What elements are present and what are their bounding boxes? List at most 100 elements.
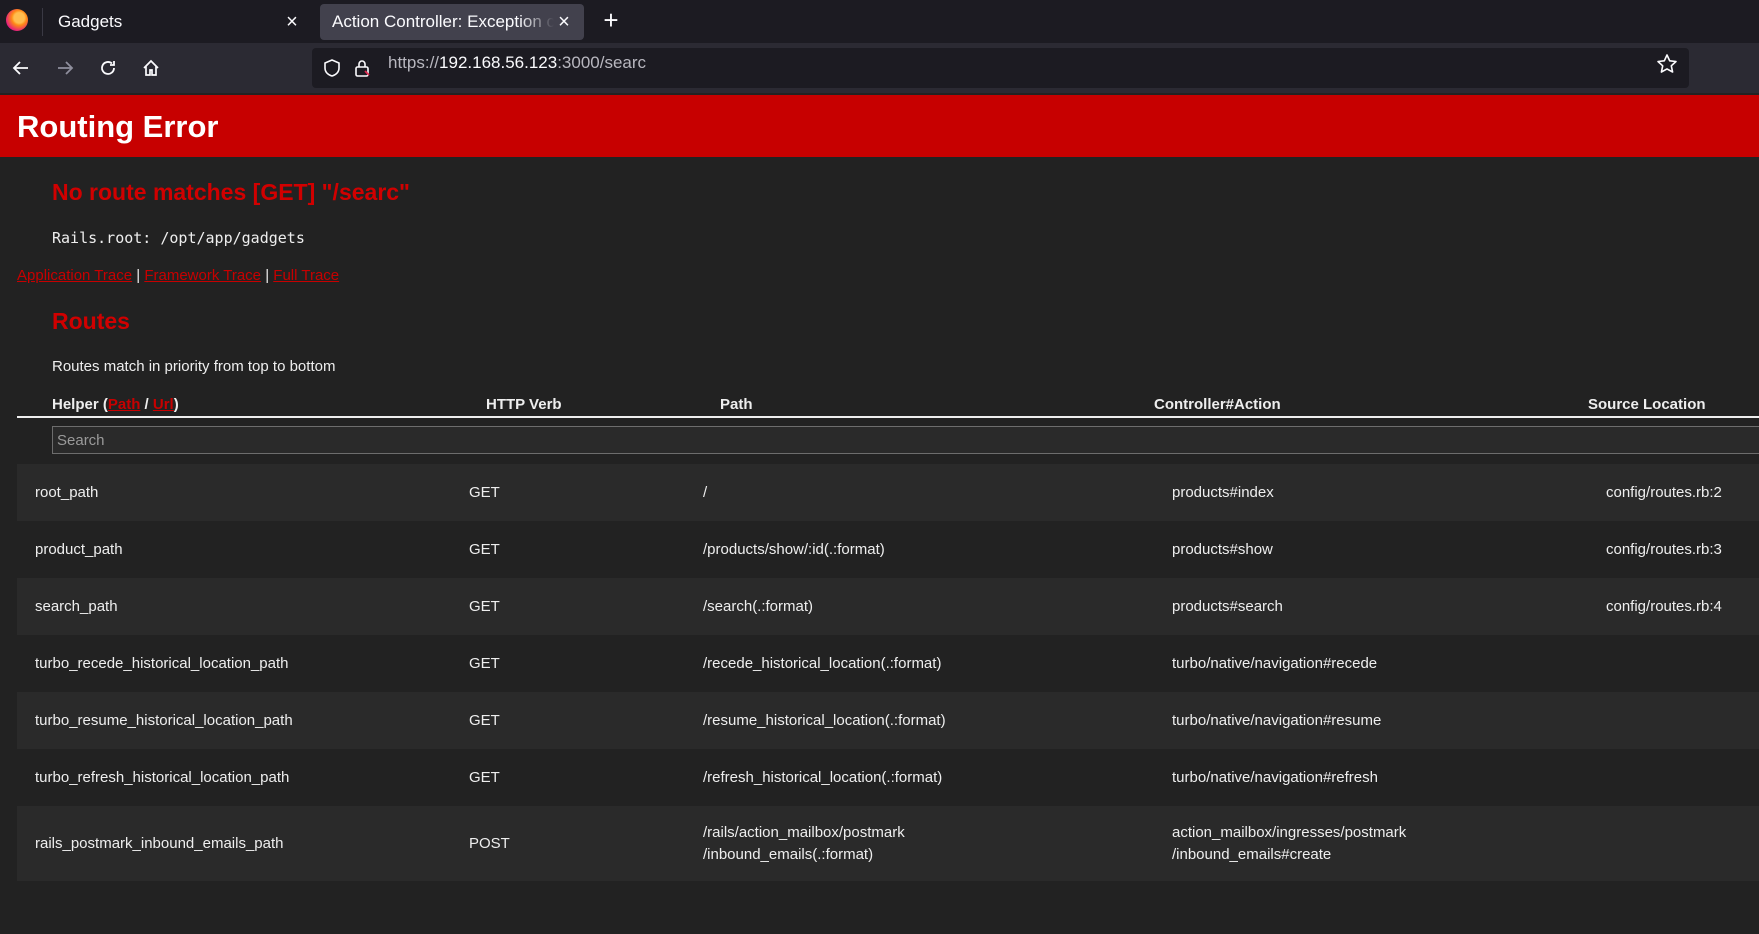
page-title: Routing Error: [17, 109, 219, 144]
shield-icon[interactable]: [322, 58, 342, 78]
route-verb-line: GET: [469, 598, 500, 615]
route-action: products#show: [1172, 539, 1273, 561]
header-divider: [17, 416, 1759, 418]
route-action: turbo/native/navigation#resume: [1172, 710, 1381, 732]
tab-title: Gadgets: [58, 12, 123, 31]
route-action: products#search: [1172, 596, 1283, 618]
tab-action-controller[interactable]: Action Controller: Exception caught ×: [320, 4, 584, 40]
route-action: turbo/native/navigation#recede: [1172, 653, 1377, 675]
route-action-line: /inbound_emails#create: [1172, 846, 1332, 863]
route-helper: turbo_resume_historical_location_path: [35, 710, 293, 732]
route-path-line: /resume_historical_location(.:format): [703, 712, 946, 729]
table-row: product_path GET/products/show/:id(.:form…: [17, 521, 1759, 578]
route-helper-line: root_path: [35, 484, 99, 501]
route-verb: GET: [469, 482, 500, 504]
route-path: /refresh_historical_location(.:format): [703, 767, 942, 789]
route-verb: POST: [469, 833, 510, 855]
routes-note: Routes match in priority from top to bot…: [52, 358, 336, 375]
table-row: turbo_recede_historical_location_path GET…: [17, 635, 1759, 692]
helper-url-link[interactable]: Url: [153, 396, 174, 413]
route-path: /recede_historical_location(.:format): [703, 653, 941, 675]
table-row: rails_postmark_inbound_emails_path POST/r…: [17, 806, 1759, 881]
home-icon[interactable]: [136, 53, 166, 83]
url-path: :3000/searc: [557, 53, 647, 72]
route-action-line: turbo/native/navigation#recede: [1172, 655, 1378, 672]
plus-icon[interactable]: +: [598, 7, 624, 34]
route-source-line: config/routes.rb:3: [1606, 541, 1722, 558]
table-row: turbo_refresh_historical_location_path GE…: [17, 749, 1759, 806]
route-verb-line: GET: [469, 484, 500, 501]
route-action-line: products#index: [1172, 484, 1274, 501]
trace-links: Application Trace | Framework Trace | Fu…: [17, 267, 339, 284]
trace-separator: |: [136, 267, 141, 284]
route-source: config/routes.rb:4: [1606, 596, 1722, 618]
route-path-line: /refresh_historical_location(.:format): [703, 769, 943, 786]
routes-heading: Routes: [52, 308, 130, 334]
route-source-line: config/routes.rb:2: [1606, 484, 1722, 501]
route-action: turbo/native/navigation#refresh: [1172, 767, 1378, 789]
reload-icon[interactable]: [93, 53, 123, 83]
tab-title: Action Controller: Exception caught: [332, 12, 554, 31]
route-path: /resume_historical_location(.:format): [703, 710, 946, 732]
route-helper: turbo_refresh_historical_location_path: [35, 767, 289, 789]
close-icon[interactable]: ×: [282, 11, 302, 33]
route-path-line: /products/show/:id(.:format): [703, 541, 885, 558]
tab-strip: Gadgets × Action Controller: Exception c…: [0, 0, 1759, 43]
forward-arrow-icon[interactable]: [50, 53, 80, 83]
error-message: No route matches [GET] "/searc": [52, 179, 410, 205]
route-verb-line: GET: [469, 712, 500, 729]
star-icon[interactable]: [1656, 53, 1678, 75]
route-path: /: [703, 482, 707, 504]
route-helper-line: product_path: [35, 541, 123, 558]
framework-trace-link[interactable]: Framework Trace: [144, 267, 261, 284]
header-path: Path: [720, 396, 753, 413]
route-path: /rails/action_mailbox/postmark/inbound_e…: [703, 822, 905, 866]
route-path-line: /inbound_emails(.:format): [703, 846, 874, 863]
route-action-line: turbo/native/navigation#resume: [1172, 712, 1382, 729]
url-host: 192.168.56.123: [439, 53, 558, 72]
table-row: turbo_resume_historical_location_path GET…: [17, 692, 1759, 749]
url-text[interactable]: https://192.168.56.123:3000/searc: [388, 43, 646, 83]
routes-search-input[interactable]: [52, 426, 1759, 454]
close-icon[interactable]: ×: [554, 11, 574, 33]
full-trace-link[interactable]: Full Trace: [273, 267, 339, 284]
route-path-line: /search(.:format): [703, 598, 814, 615]
route-path-line: /recede_historical_location(.:format): [703, 655, 942, 672]
route-source: config/routes.rb:2: [1606, 482, 1722, 504]
route-helper: product_path: [35, 539, 123, 561]
route-action-line: products#search: [1172, 598, 1283, 615]
header-helper-suffix: ): [173, 396, 179, 413]
route-path: /search(.:format): [703, 596, 813, 618]
route-helper-line: rails_postmark_inbound_emails_path: [35, 835, 284, 852]
route-helper: root_path: [35, 482, 98, 504]
route-action-line: turbo/native/navigation#refresh: [1172, 769, 1378, 786]
navigation-bar: https://192.168.56.123:3000/searc: [0, 43, 1759, 93]
application-trace-link[interactable]: Application Trace: [17, 267, 132, 284]
back-arrow-icon[interactable]: [6, 53, 36, 83]
rails-root: Rails.root: /opt/app/gadgets: [52, 229, 305, 247]
route-verb-line: GET: [469, 655, 500, 672]
route-verb: GET: [469, 539, 500, 561]
url-scheme: https://: [388, 53, 440, 72]
tab-separator: [42, 8, 43, 36]
route-action: action_mailbox/ingresses/postmark/inboun…: [1172, 822, 1406, 866]
lock-icon[interactable]: [352, 58, 372, 78]
header-helper: Helper (Path / Url): [52, 396, 179, 413]
route-helper: search_path: [35, 596, 118, 618]
tab-gadgets[interactable]: Gadgets ×: [46, 4, 312, 40]
route-helper-line: search_path: [35, 598, 118, 615]
route-verb-line: POST: [469, 835, 510, 852]
trace-separator: |: [265, 267, 270, 284]
route-source: config/routes.rb:3: [1606, 539, 1722, 561]
route-action-line: products#show: [1172, 541, 1273, 558]
route-helper: rails_postmark_inbound_emails_path: [35, 833, 283, 855]
route-source-line: config/routes.rb:4: [1606, 598, 1722, 615]
route-verb: GET: [469, 596, 500, 618]
header-http-verb: HTTP Verb: [486, 396, 562, 413]
route-helper-line: turbo_refresh_historical_location_path: [35, 769, 290, 786]
helper-path-link[interactable]: Path: [108, 396, 141, 413]
table-row: root_path GET / products#index config/routes…: [17, 464, 1759, 521]
header-controller-action: Controller#Action: [1154, 396, 1281, 413]
firefox-logo-icon[interactable]: [6, 9, 28, 31]
route-action-line: action_mailbox/ingresses/postmark: [1172, 824, 1407, 841]
